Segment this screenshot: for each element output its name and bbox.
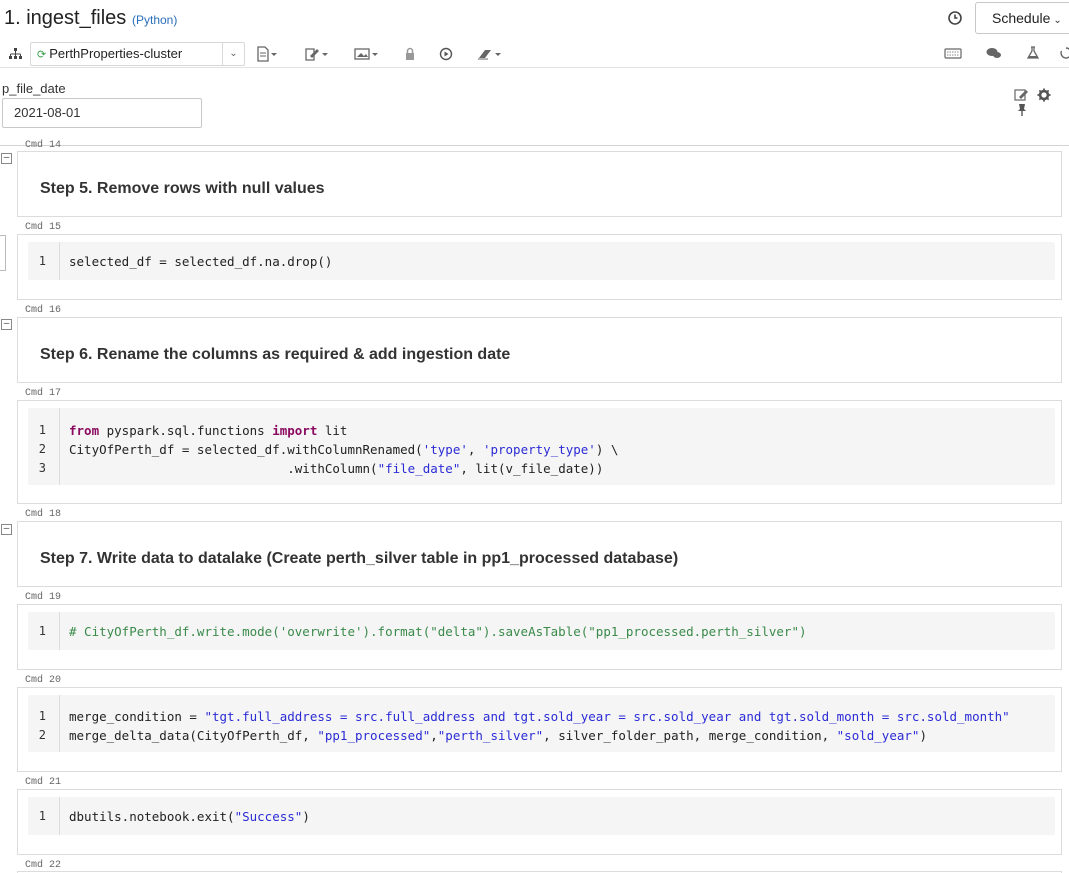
expand-sidebar-handle[interactable]: › <box>0 235 6 271</box>
cmd-label: Cmd 15 <box>25 222 62 233</box>
code-line: from pyspark.sql.functions import lit <box>69 423 348 438</box>
chevron-down-icon: ⌄ <box>1053 15 1062 26</box>
cmd-label: Cmd 19 <box>25 592 62 603</box>
cluster-tree-icon <box>9 48 22 59</box>
cmd-label: Cmd 16 <box>25 305 62 316</box>
markdown-cell[interactable]: Step 6. Rename the columns as required &… <box>17 317 1062 383</box>
code-editor[interactable]: 1 selected_df = selected_df.na.drop() <box>28 242 1055 280</box>
code-line: merge_condition = "tgt.full_address = sr… <box>69 709 1010 724</box>
collapse-cell-icon[interactable]: – <box>1 524 12 535</box>
line-number: 1 <box>38 809 46 823</box>
code-cell[interactable]: 1 selected_df = selected_df.na.drop() <box>17 234 1062 300</box>
markdown-cell[interactable]: Step 7. Write data to datalake (Create p… <box>17 521 1062 587</box>
notebook-toolbar: ⟳ PerthProperties-cluster ⌄ <box>0 40 1069 68</box>
edit-widget-icon[interactable] <box>1014 88 1030 102</box>
widget-label: p_file_date <box>2 81 66 96</box>
cluster-status-icon: ⟳ <box>37 49 47 61</box>
line-number: 2 <box>38 728 46 742</box>
line-number: 2 <box>38 442 46 456</box>
code-cell[interactable]: 1 # CityOfPerth_df.write.mode('overwrite… <box>17 604 1062 670</box>
cell-heading: Step 6. Rename the columns as required &… <box>40 346 511 363</box>
line-number: 1 <box>38 254 46 268</box>
comments-icon[interactable] <box>986 46 1002 60</box>
chevron-down-icon[interactable]: ⌄ <box>222 43 244 65</box>
code-line: selected_df = selected_df.na.drop() <box>69 254 333 269</box>
notebook-language[interactable]: (Python) <box>132 13 177 27</box>
code-cell[interactable]: 1 dbutils.notebook.exit("Success") <box>17 789 1062 855</box>
cmd-label: Cmd 20 <box>25 675 62 686</box>
cluster-select[interactable]: ⟳ PerthProperties-cluster ⌄ <box>30 42 245 66</box>
revision-history-icon[interactable] <box>1060 46 1069 60</box>
notebook-header: 1. ingest_files (Python) Schedule ⌄ <box>0 0 1069 38</box>
code-editor[interactable]: 1 2 3 from pyspark.sql.functions import … <box>28 408 1055 485</box>
collapse-cell-icon[interactable]: – <box>1 319 12 330</box>
line-number: 1 <box>38 624 46 638</box>
line-number: 3 <box>38 461 46 475</box>
cmd-label: Cmd 21 <box>25 777 62 788</box>
experiment-icon[interactable] <box>1026 46 1040 60</box>
code-line: .withColumn("file_date", lit(v_file_date… <box>69 461 604 476</box>
schedule-button[interactable]: Schedule ⌄ <box>975 2 1069 34</box>
cluster-name: PerthProperties-cluster <box>49 46 183 61</box>
gear-icon[interactable] <box>1036 88 1052 102</box>
edit-menu-icon[interactable] <box>304 46 330 62</box>
pin-icon[interactable] <box>1016 103 1028 117</box>
cell-heading: Step 5. Remove rows with null values <box>40 180 325 197</box>
cell-heading: Step 7. Write data to datalake (Create p… <box>40 550 679 567</box>
file-menu-icon[interactable] <box>256 46 278 62</box>
cmd-label: Cmd 22 <box>25 860 62 871</box>
line-number: 1 <box>38 423 46 437</box>
clear-menu-icon[interactable] <box>476 46 504 62</box>
code-editor[interactable]: 1 dbutils.notebook.exit("Success") <box>28 797 1055 835</box>
cmd-label: Cmd 17 <box>25 388 62 399</box>
code-editor[interactable]: 1 # CityOfPerth_df.write.mode('overwrite… <box>28 612 1055 650</box>
cmd-label: Cmd 14 <box>25 140 62 151</box>
code-line: dbutils.notebook.exit("Success") <box>69 809 310 824</box>
code-comment-line: # CityOfPerth_df.write.mode('overwrite')… <box>69 624 807 639</box>
clock-icon[interactable] <box>947 10 963 26</box>
view-menu-icon[interactable] <box>354 46 380 62</box>
collapse-cell-icon[interactable]: – <box>1 153 12 164</box>
run-icon[interactable] <box>439 46 453 62</box>
code-line: merge_delta_data(CityOfPerth_df, "pp1_pr… <box>69 728 927 743</box>
markdown-cell[interactable]: Step 5. Remove rows with null values <box>17 151 1062 217</box>
code-line: CityOfPerth_df = selected_df.withColumnR… <box>69 442 619 457</box>
code-cell[interactable]: 1 2 3 from pyspark.sql.functions import … <box>17 400 1062 504</box>
code-cell[interactable]: 1 2 merge_condition = "tgt.full_address … <box>17 687 1062 772</box>
file-date-input[interactable]: 2021-08-01 <box>2 98 202 128</box>
schedule-label: Schedule <box>992 10 1051 26</box>
notebook-title[interactable]: 1. ingest_files <box>4 7 126 30</box>
keyboard-icon[interactable] <box>944 46 962 60</box>
code-editor[interactable]: 1 2 merge_condition = "tgt.full_address … <box>28 695 1055 752</box>
cmd-label: Cmd 18 <box>25 509 62 520</box>
widget-tools <box>1014 86 1069 117</box>
widget-divider <box>0 145 1069 146</box>
lock-icon[interactable] <box>404 46 416 62</box>
line-number: 1 <box>38 709 46 723</box>
